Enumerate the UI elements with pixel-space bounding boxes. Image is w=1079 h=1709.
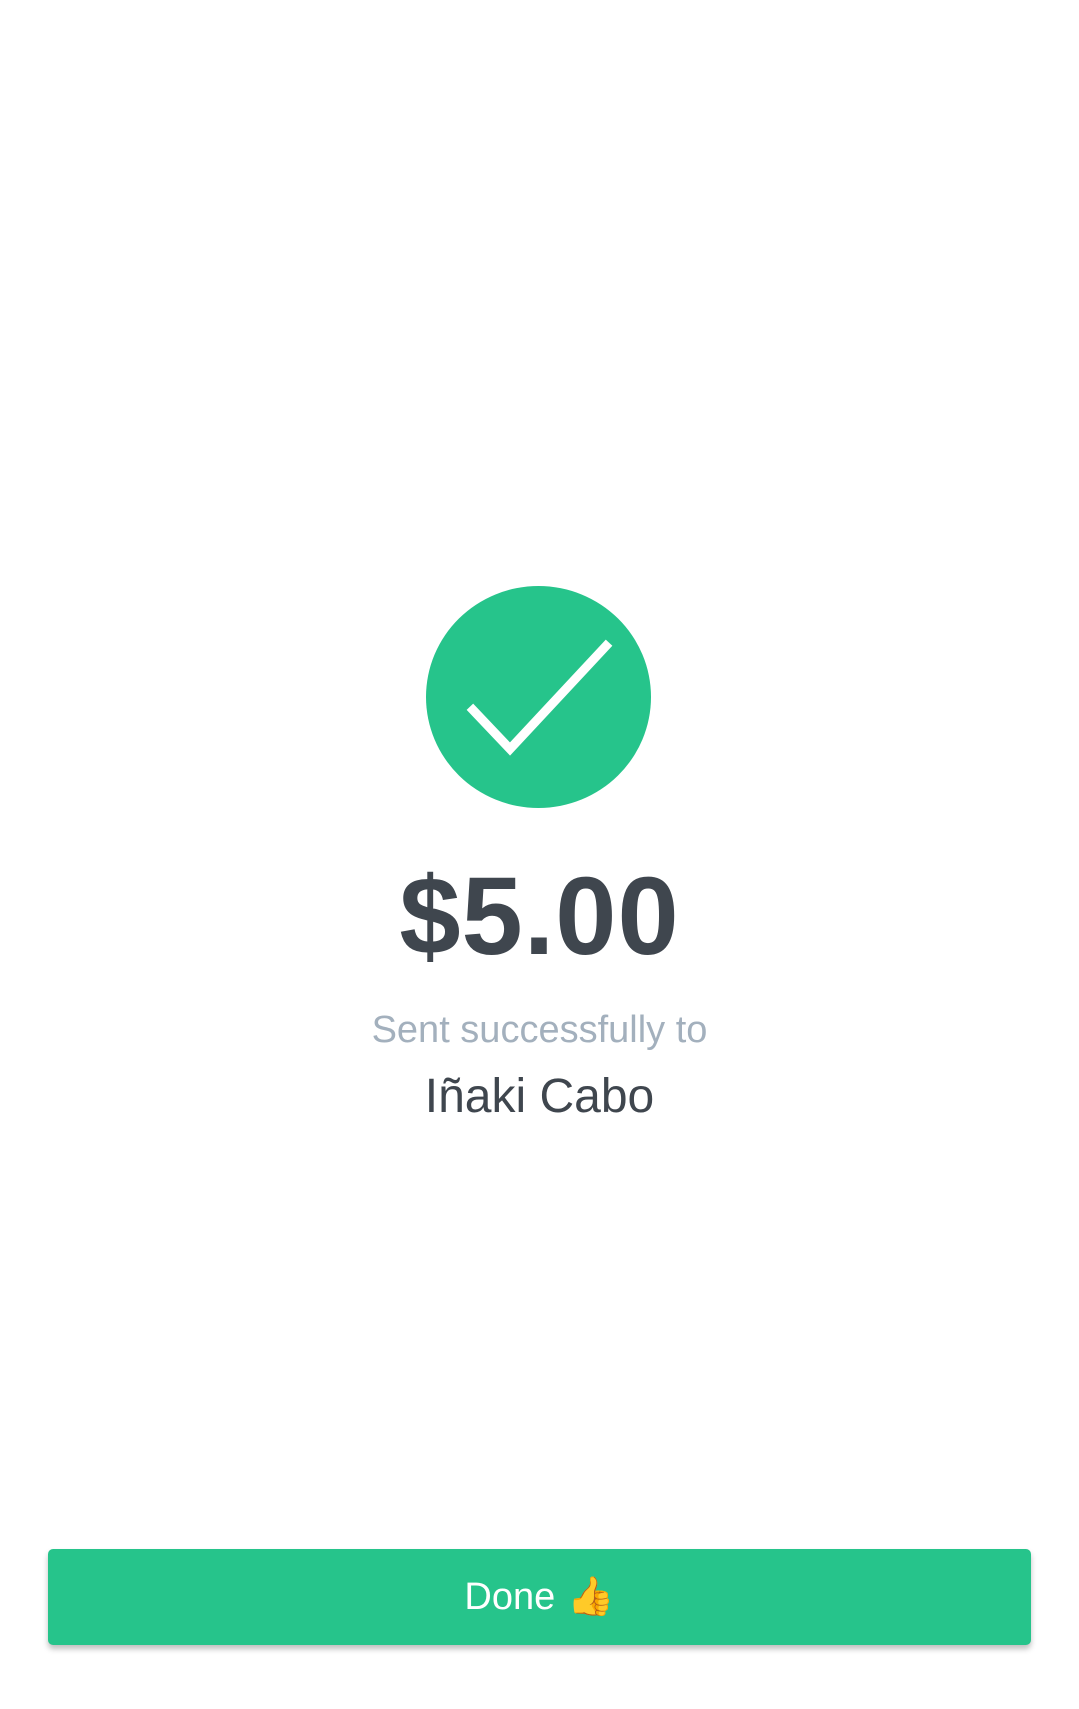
success-checkmark-icon (426, 586, 651, 808)
amount-text: $5.00 (399, 855, 680, 978)
recipient-name: Iñaki Cabo (424, 1070, 655, 1123)
done-button[interactable]: Done 👍 (48, 1549, 1031, 1645)
status-text: Sent successfully to (371, 1009, 708, 1051)
thumbs-up-icon: 👍 (567, 1576, 615, 1618)
checkmark-icon (466, 639, 613, 756)
done-button-label: Done (464, 1575, 556, 1618)
